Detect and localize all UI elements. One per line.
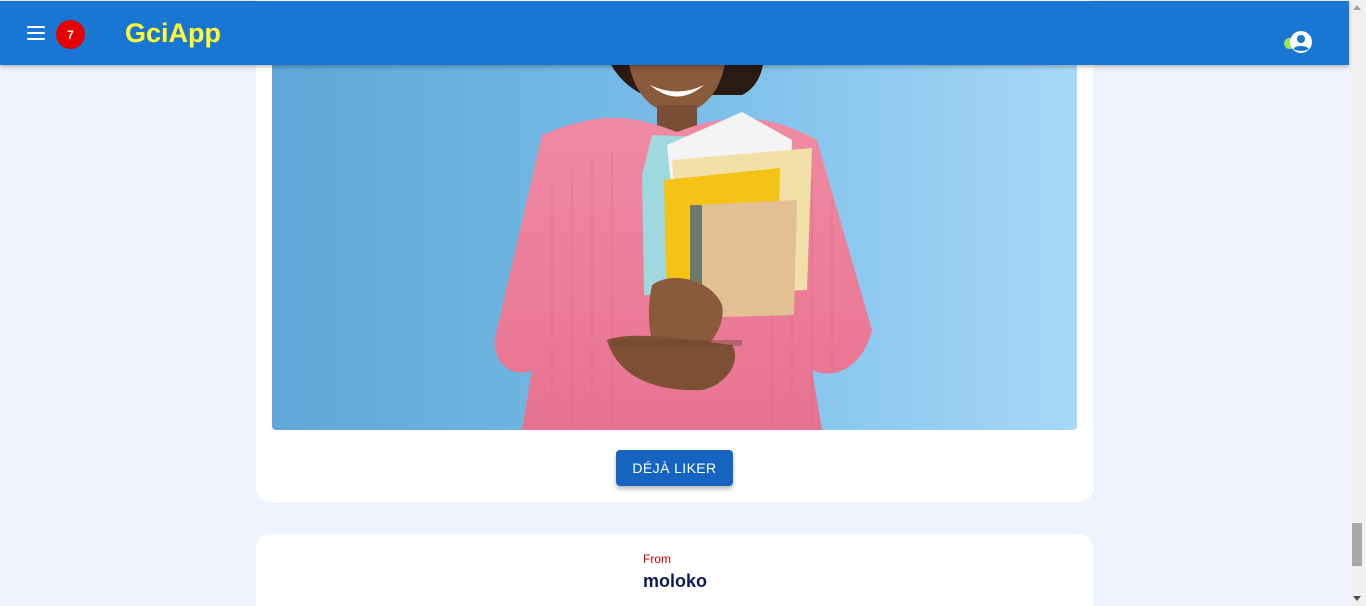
account-circle-icon	[1290, 31, 1312, 53]
hamburger-menu-icon-line	[27, 32, 45, 34]
app-bar: 7 GciApp	[0, 1, 1349, 65]
scroll-up-arrow-icon[interactable]	[1353, 5, 1361, 10]
page-scrollbar[interactable]	[1349, 0, 1366, 606]
author-name[interactable]: moloko	[643, 571, 707, 592]
post-photo-illustration	[272, 40, 1077, 430]
account-button[interactable]	[1283, 30, 1313, 54]
menu-button[interactable]	[20, 17, 52, 49]
notification-badge[interactable]: 7	[56, 20, 85, 49]
hamburger-menu-icon-line	[27, 26, 45, 28]
app-title[interactable]: GciApp	[125, 18, 221, 49]
scroll-down-arrow-icon[interactable]	[1353, 596, 1361, 601]
post-image	[272, 40, 1077, 430]
already-liked-button[interactable]: DÉJÀ LIKER	[616, 450, 733, 486]
next-post-card	[256, 534, 1093, 606]
from-label: From	[643, 552, 671, 566]
hamburger-menu-icon-line	[27, 38, 45, 40]
scrollbar-thumb[interactable]	[1352, 523, 1362, 566]
